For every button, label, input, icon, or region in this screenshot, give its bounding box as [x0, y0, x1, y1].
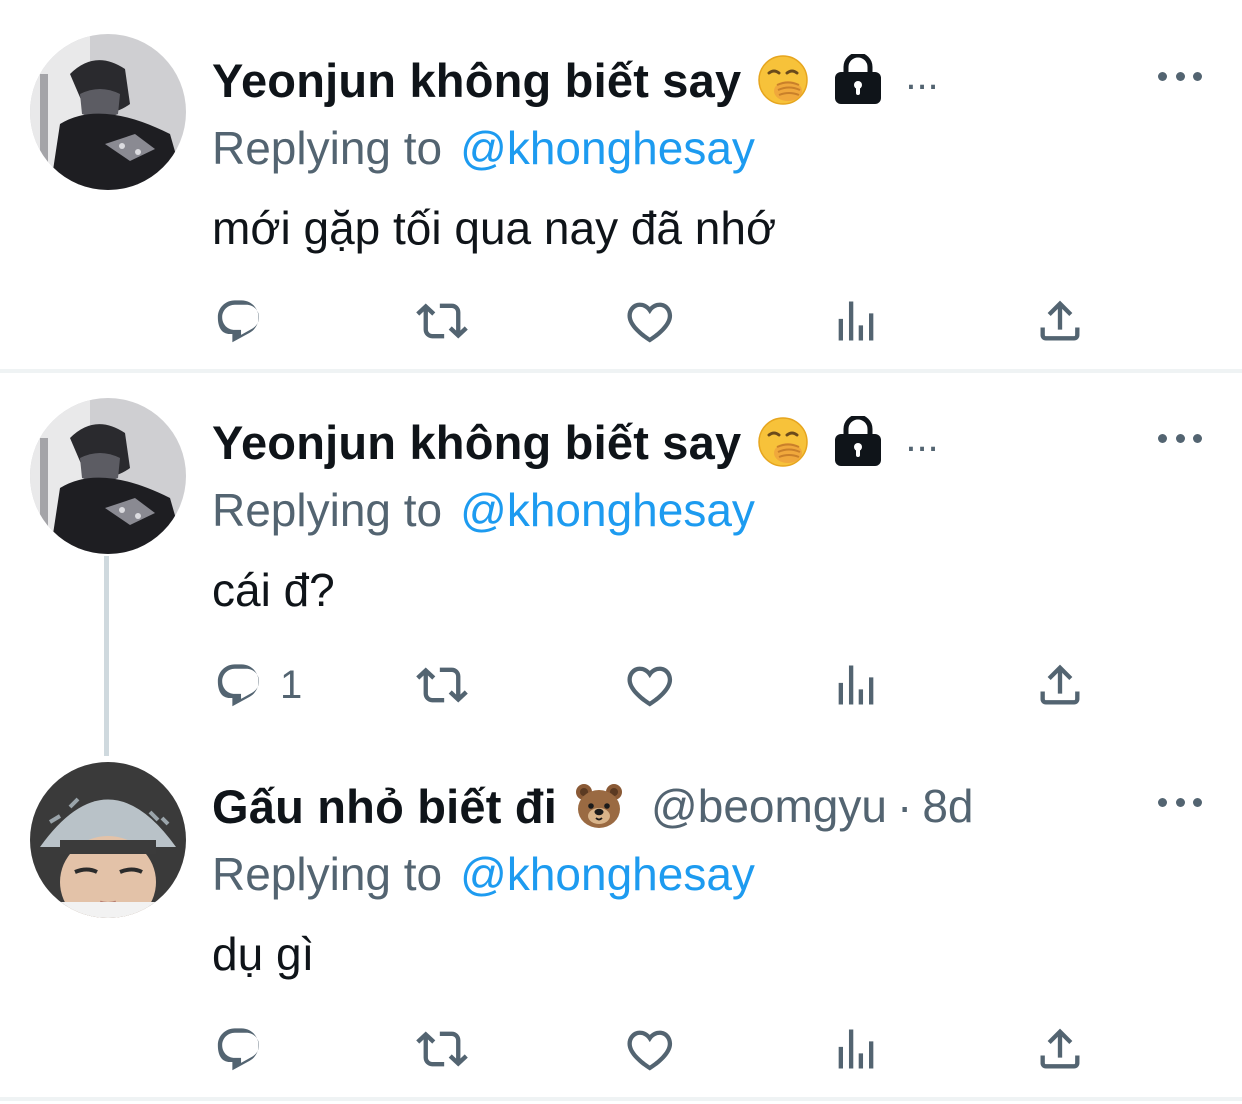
tweet-header: Gấu nhỏ biết đi @beomgyu · 8d — [212, 774, 973, 838]
share-icon — [1034, 295, 1086, 347]
action-bar — [212, 1022, 1092, 1076]
views-button[interactable] — [830, 294, 882, 348]
action-bar: 1 — [212, 658, 1092, 712]
views-button[interactable] — [830, 658, 882, 712]
lock-icon — [833, 416, 883, 468]
replying-prefix: Replying to — [212, 484, 443, 536]
timestamp[interactable]: 8d — [922, 779, 973, 833]
reply-icon — [212, 1023, 264, 1075]
retweet-icon — [416, 659, 468, 711]
avatar-image — [30, 34, 186, 190]
share-icon — [1034, 659, 1086, 711]
views-icon — [830, 659, 882, 711]
avatar[interactable] — [30, 34, 186, 190]
avatar[interactable] — [30, 762, 186, 918]
author-name[interactable]: Gấu nhỏ biết đi — [212, 779, 557, 834]
more-options-button[interactable] — [1158, 428, 1202, 448]
views-icon — [830, 1023, 882, 1075]
tweet-text: dụ gì — [212, 928, 315, 980]
mention-link[interactable]: @khonghesay — [460, 483, 755, 537]
replying-to: Replying to @khonghesay — [212, 118, 755, 178]
retweet-button[interactable] — [416, 658, 468, 712]
replying-prefix: Replying to — [212, 848, 443, 900]
action-bar — [212, 294, 1092, 348]
like-button[interactable] — [624, 294, 676, 348]
share-button[interactable] — [1034, 658, 1086, 712]
name-overflow: ... — [905, 53, 939, 98]
tweet[interactable]: Yeonjun không biết say ... Replying to @… — [0, 372, 1242, 742]
like-icon — [624, 1023, 676, 1075]
hand-over-mouth-emoji-icon — [757, 54, 809, 106]
replying-prefix: Replying to — [212, 122, 443, 174]
retweet-icon — [416, 1023, 468, 1075]
tweet-header: Yeonjun không biết say ... — [212, 410, 939, 474]
dot-icon — [1193, 433, 1202, 443]
dot-icon — [1175, 433, 1185, 443]
replying-to: Replying to @khonghesay — [212, 480, 755, 540]
tweet[interactable]: Yeonjun không biết say ... Replying to @… — [0, 0, 1242, 372]
avatar[interactable] — [30, 398, 186, 554]
views-icon — [830, 295, 882, 347]
tweet-text: cái đ? — [212, 564, 335, 616]
tweet-text: mới gặp tối qua nay đã nhớ — [212, 202, 777, 254]
author-handle[interactable]: @beomgyu — [651, 779, 887, 833]
lock-icon — [833, 54, 883, 106]
dot-icon — [1175, 71, 1185, 81]
retweet-icon — [416, 295, 468, 347]
author-name[interactable]: Yeonjun không biết say — [212, 53, 741, 108]
like-button[interactable] — [624, 1022, 676, 1076]
retweet-button[interactable] — [416, 294, 468, 348]
dot-icon — [1158, 797, 1167, 807]
avatar-image — [30, 762, 186, 918]
like-button[interactable] — [624, 658, 676, 712]
mention-link[interactable]: @khonghesay — [460, 121, 755, 175]
like-icon — [624, 295, 676, 347]
hand-over-mouth-emoji-icon — [757, 416, 809, 468]
mention-link[interactable]: @khonghesay — [460, 847, 755, 901]
reply-icon — [212, 295, 264, 347]
bear-face-emoji-icon — [573, 780, 625, 832]
dot-icon — [1158, 433, 1167, 443]
more-options-button[interactable] — [1158, 792, 1202, 812]
tweet[interactable]: Gấu nhỏ biết đi @beomgyu · 8d Replying t… — [0, 742, 1242, 1104]
reply-count: 1 — [280, 662, 303, 707]
reply-icon — [212, 659, 264, 711]
dot-icon — [1175, 797, 1185, 807]
reply-button[interactable] — [212, 294, 264, 348]
author-name[interactable]: Yeonjun không biết say — [212, 415, 741, 470]
separator: · — [896, 780, 913, 832]
divider — [0, 1097, 1242, 1101]
dot-icon — [1193, 71, 1202, 81]
share-button[interactable] — [1034, 294, 1086, 348]
retweet-button[interactable] — [416, 1022, 468, 1076]
dot-icon — [1193, 797, 1202, 807]
reply-button[interactable] — [212, 1022, 264, 1076]
name-overflow: ... — [905, 415, 939, 460]
avatar-image — [30, 398, 186, 554]
like-icon — [624, 659, 676, 711]
views-button[interactable] — [830, 1022, 882, 1076]
more-options-button[interactable] — [1158, 66, 1202, 86]
share-button[interactable] — [1034, 1022, 1086, 1076]
dot-icon — [1158, 71, 1167, 81]
tweet-header: Yeonjun không biết say ... — [212, 48, 939, 112]
share-icon — [1034, 1023, 1086, 1075]
replying-to: Replying to @khonghesay — [212, 844, 755, 904]
reply-button[interactable]: 1 — [212, 658, 302, 712]
